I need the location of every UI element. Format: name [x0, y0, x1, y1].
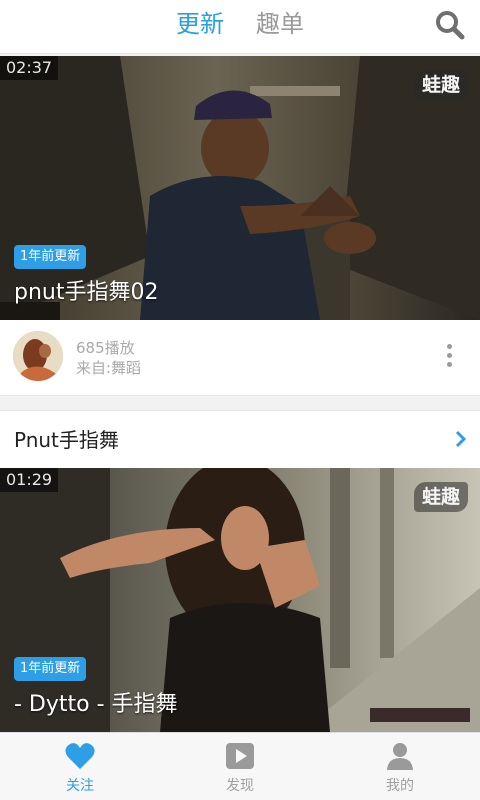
top-bar: 更新 趣单 — [0, 0, 480, 54]
nav-label: 发现 — [226, 778, 254, 794]
play-count: 685播放 — [76, 339, 135, 357]
video-duration: 02:37 — [0, 56, 59, 80]
update-badge: 1年前更新 — [14, 245, 87, 269]
user-icon — [387, 743, 413, 770]
video-card[interactable]: 01:29 蛙趣 1年前更新 - Dytto - 手指舞 — [0, 468, 480, 732]
search-icon[interactable] — [434, 9, 466, 41]
nav-follow[interactable]: 关注 — [0, 733, 160, 800]
video-info-row: 685播放 来自:舞蹈 — [0, 320, 480, 396]
avatar[interactable] — [13, 331, 63, 381]
nav-discover[interactable]: 发现 — [160, 733, 320, 800]
playlist-header[interactable]: Pnut手指舞 — [0, 410, 480, 468]
tab-collections[interactable]: 趣单 — [256, 9, 304, 39]
update-badge: 1年前更新 — [14, 657, 87, 681]
video-title: pnut手指舞02 — [14, 280, 159, 305]
video-card[interactable]: 02:37 蛙趣 1年前更新 pnut手指舞02 — [0, 56, 480, 320]
nav-label: 关注 — [66, 778, 94, 794]
video-duration: 01:29 — [0, 468, 59, 492]
chevron-right-icon — [455, 430, 467, 448]
playlist-title: Pnut手指舞 — [14, 428, 119, 452]
nav-label: 我的 — [386, 778, 414, 794]
watermark-logo: 蛙趣 — [413, 482, 468, 512]
bottom-nav: 关注 发现 我的 — [0, 732, 480, 800]
video-title: - Dytto - 手指舞 — [14, 692, 178, 717]
play-icon — [226, 743, 254, 769]
video-source: 来自:舞蹈 — [76, 359, 142, 377]
more-vertical-icon[interactable] — [444, 344, 454, 370]
watermark-logo: 蛙趣 — [413, 70, 468, 100]
nav-mine[interactable]: 我的 — [320, 733, 480, 800]
tab-updates[interactable]: 更新 — [176, 9, 224, 39]
heart-icon — [65, 743, 95, 769]
